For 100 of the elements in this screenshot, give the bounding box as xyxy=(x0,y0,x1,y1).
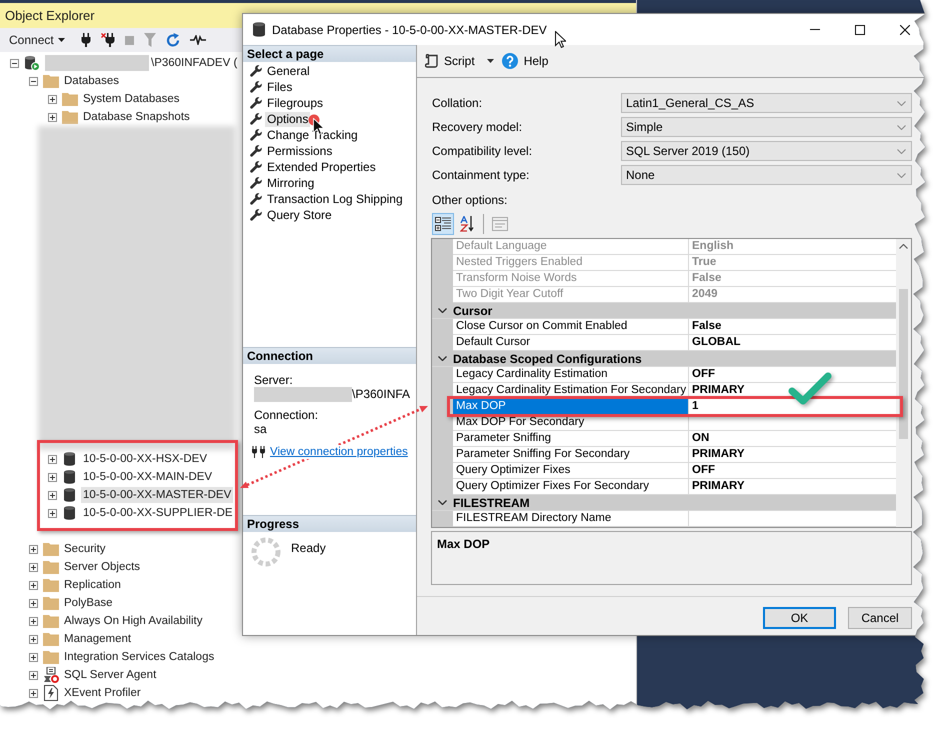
dropdown[interactable]: SQL Server 2019 (150) xyxy=(621,141,912,161)
folder-icon xyxy=(43,74,59,88)
plus-box-icon[interactable] xyxy=(48,490,57,500)
property-name[interactable]: Parameter Sniffing For Secondary xyxy=(453,447,689,463)
property-value[interactable]: OFF xyxy=(689,463,896,479)
pulse-wave-icon[interactable] xyxy=(190,35,206,45)
plus-box-icon[interactable] xyxy=(48,454,57,464)
folder-icon xyxy=(43,560,59,574)
plus-box-icon[interactable] xyxy=(29,688,38,698)
close-icon[interactable] xyxy=(900,24,910,34)
tree-item[interactable]: Databases xyxy=(62,73,121,89)
wrench-icon xyxy=(250,113,262,125)
tree-item[interactable]: 10-5-0-00-XX-MAIN-DEV xyxy=(81,469,214,485)
field-label: Server: xyxy=(254,373,293,387)
plus-box-icon[interactable] xyxy=(29,580,38,590)
wrench-icon xyxy=(250,177,262,189)
plus-box-icon[interactable] xyxy=(48,94,57,104)
property-value[interactable]: ON xyxy=(689,431,896,447)
ok-button[interactable]: OK xyxy=(763,607,836,629)
property-name[interactable]: Max DOP xyxy=(453,399,689,415)
tree-item[interactable]: \P360INFADEV ( xyxy=(149,55,240,71)
page-item[interactable]: Filegroups xyxy=(265,96,326,110)
caret-icon xyxy=(486,59,494,63)
dropdown[interactable]: None xyxy=(621,165,912,185)
section-header: Select a page xyxy=(243,45,416,62)
page-item[interactable]: Mirroring xyxy=(265,176,316,190)
plus-box-icon[interactable] xyxy=(29,670,38,680)
minus-box-icon[interactable] xyxy=(10,58,19,68)
plug-cross-icon[interactable] xyxy=(100,33,115,47)
property-name[interactable]: Query Optimizer Fixes xyxy=(453,463,689,479)
tree-item[interactable]: 10-5-0-00-XX-HSX-DEV xyxy=(81,451,209,467)
scrollbar[interactable] xyxy=(896,239,911,527)
plus-box-icon[interactable] xyxy=(29,652,38,662)
page-item[interactable]: Query Store xyxy=(265,208,334,222)
scrollbar-thumb[interactable] xyxy=(899,289,908,439)
script-button[interactable]: Script xyxy=(425,54,494,68)
page-item[interactable]: Files xyxy=(265,80,294,94)
plus-box-icon[interactable] xyxy=(29,598,38,608)
tree-item[interactable]: Replication xyxy=(62,577,123,593)
link[interactable]: View connection properties xyxy=(270,445,408,459)
tree-item[interactable]: System Databases xyxy=(81,91,182,107)
page-item[interactable]: Transaction Log Shipping xyxy=(265,192,405,206)
tree-item[interactable]: 10-5-0-00-XX-SUPPLIER-DE xyxy=(81,505,235,521)
window-icon xyxy=(492,217,508,231)
maximize-icon[interactable] xyxy=(855,24,865,34)
database-icon xyxy=(64,470,75,484)
categorized-button[interactable] xyxy=(432,213,454,235)
tree-item[interactable]: Server Objects xyxy=(62,559,142,575)
minus-box-icon[interactable] xyxy=(29,76,38,86)
connect-button[interactable]: Connect xyxy=(9,33,65,47)
property-name[interactable]: Parameter Sniffing xyxy=(453,431,689,447)
tree-item[interactable]: Management xyxy=(62,631,134,647)
field-value: sa xyxy=(254,422,267,436)
plus-box-icon[interactable] xyxy=(29,562,38,572)
folder-icon xyxy=(43,650,59,664)
tree-item[interactable]: SQL Server Agent xyxy=(62,667,158,683)
page-item[interactable]: General xyxy=(265,64,312,78)
plus-box-icon[interactable] xyxy=(29,616,38,626)
chevron-down-icon[interactable] xyxy=(438,308,447,313)
help-button[interactable]: Help xyxy=(502,53,548,69)
tree-item[interactable]: Database Snapshots xyxy=(81,109,192,125)
property-value[interactable]: 1 xyxy=(689,399,896,415)
scroll-up-icon[interactable] xyxy=(899,244,908,249)
folder-icon xyxy=(62,110,78,124)
property-name[interactable]: FILESTREAM Directory Name xyxy=(453,511,689,527)
tree-item[interactable]: XEvent Profiler xyxy=(62,685,143,701)
page-item[interactable]: Change Tracking xyxy=(265,128,360,142)
plug-icon[interactable] xyxy=(80,33,91,47)
plus-box-icon[interactable] xyxy=(29,544,38,554)
property-name[interactable]: Close Cursor on Commit Enabled xyxy=(453,319,689,335)
property-value[interactable]: OFF xyxy=(689,367,896,383)
property-name[interactable]: Query Optimizer Fixes For Secondary xyxy=(453,479,689,495)
page-item[interactable]: Options xyxy=(265,112,310,126)
property-value[interactable]: False xyxy=(689,319,896,335)
page-item[interactable]: Permissions xyxy=(265,144,334,158)
tree-item[interactable]: Security xyxy=(62,541,108,557)
property-name[interactable]: Legacy Cardinality Estimation xyxy=(453,367,689,383)
tree-item[interactable]: PolyBase xyxy=(62,595,115,611)
chevron-down-icon xyxy=(897,148,906,154)
plus-box-icon[interactable] xyxy=(29,634,38,644)
property-value[interactable]: GLOBAL xyxy=(689,335,896,351)
category-label: Cursor xyxy=(453,304,492,318)
plus-box-icon[interactable] xyxy=(48,472,57,482)
cancel-button[interactable]: Cancel xyxy=(848,607,912,629)
property-value[interactable]: PRIMARY xyxy=(689,479,896,495)
field-label: Collation: xyxy=(432,95,484,112)
tree-item[interactable]: Integration Services Catalogs xyxy=(62,649,216,665)
tree-item[interactable]: Always On High Availability xyxy=(62,613,204,629)
tree-item[interactable]: 10-5-0-00-XX-MASTER-DEV xyxy=(81,487,234,503)
property-name[interactable]: Default Cursor xyxy=(453,335,689,351)
page-item[interactable]: Extended Properties xyxy=(265,160,378,174)
plus-box-icon[interactable] xyxy=(48,112,57,122)
refresh-icon[interactable] xyxy=(166,33,180,47)
chevron-down-icon[interactable] xyxy=(438,500,447,505)
dropdown[interactable]: Latin1_General_CS_AS xyxy=(621,93,912,113)
spinner-icon xyxy=(251,537,281,567)
chevron-down-icon[interactable] xyxy=(438,356,447,361)
dropdown[interactable]: Simple xyxy=(621,117,912,137)
property-value[interactable]: PRIMARY xyxy=(689,447,896,463)
plus-box-icon[interactable] xyxy=(48,508,57,518)
